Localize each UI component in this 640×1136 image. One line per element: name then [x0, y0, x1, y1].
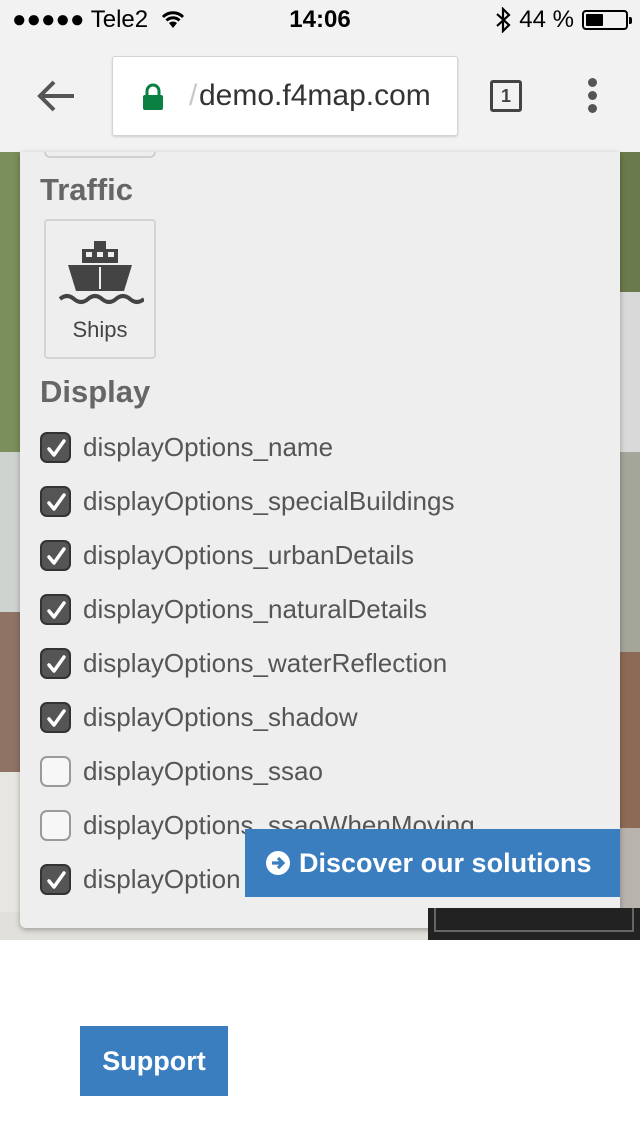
- checkmark-icon: [47, 600, 66, 619]
- display-option-row[interactable]: displayOptions_name: [40, 427, 333, 467]
- checkbox-checked[interactable]: [40, 485, 71, 517]
- traffic-ships-toggle[interactable]: Ships: [44, 219, 156, 359]
- display-option-label: displayOptions_ssao: [83, 755, 323, 786]
- checkbox-checked[interactable]: [40, 647, 71, 679]
- checkmark-icon: [47, 708, 66, 727]
- display-option-row[interactable]: displayOption: [40, 859, 241, 899]
- display-option-row[interactable]: displayOptions_waterReflection: [40, 643, 447, 683]
- display-option-label: displayOptions_waterReflection: [83, 647, 448, 678]
- display-option-row[interactable]: displayOptions_ssao: [40, 751, 323, 791]
- display-option-label: displayOptions_urbanDetails: [83, 539, 414, 570]
- checkbox-checked[interactable]: [40, 863, 71, 895]
- browser-toolbar: / demo.f4map.com 1: [0, 40, 640, 152]
- support-button[interactable]: Support: [80, 1026, 228, 1096]
- previous-tile-edge[interactable]: [44, 152, 156, 158]
- checkbox-checked[interactable]: [40, 593, 71, 625]
- url-prefix: /: [189, 79, 198, 112]
- lock-icon: [143, 83, 163, 110]
- overflow-menu-icon[interactable]: [584, 78, 600, 118]
- back-arrow-icon[interactable]: [34, 74, 78, 118]
- display-option-label: displayOptions_shadow: [83, 701, 358, 732]
- checkbox-unchecked[interactable]: [40, 755, 71, 787]
- status-bar: ●●●●● Tele2 14:06 44 %: [0, 0, 640, 40]
- url-text: demo.f4map.com: [199, 79, 431, 112]
- discover-solutions-button[interactable]: Discover our solutions: [245, 829, 620, 897]
- discover-solutions-label: Discover our solutions: [299, 847, 592, 878]
- display-option-label: displayOptions_specialBuildings: [83, 485, 455, 516]
- checkbox-checked[interactable]: [40, 701, 71, 733]
- bluetooth-icon: [496, 7, 511, 33]
- battery-icon: [582, 10, 632, 30]
- display-option-row[interactable]: displayOptions_shadow: [40, 697, 358, 737]
- checkmark-icon: [47, 546, 66, 565]
- map-attribution-bar: [428, 908, 640, 940]
- display-option-row[interactable]: displayOptions_specialBuildings: [40, 481, 454, 521]
- checkmark-icon: [47, 492, 66, 511]
- display-option-label: displayOption: [83, 863, 241, 894]
- address-bar[interactable]: / demo.f4map.com: [112, 56, 458, 136]
- checkbox-checked[interactable]: [40, 539, 71, 571]
- map-settings-panel: Traffic Ships Display displayOptions_nam…: [20, 152, 620, 928]
- ship-icon: [58, 241, 144, 304]
- checkmark-icon: [47, 654, 66, 673]
- display-option-row[interactable]: displayOptions_naturalDetails: [40, 589, 427, 629]
- checkmark-icon: [47, 438, 66, 457]
- display-option-label: displayOptions_naturalDetails: [83, 593, 427, 624]
- checkbox-unchecked[interactable]: [40, 809, 71, 841]
- display-option-row[interactable]: displayOptions_urbanDetails: [40, 535, 414, 575]
- display-option-label: displayOptions_name: [83, 431, 334, 462]
- ships-label: Ships: [72, 317, 128, 342]
- checkmark-icon: [47, 870, 66, 889]
- battery-percent: 44 %: [519, 6, 574, 33]
- traffic-section-title: Traffic: [40, 172, 134, 207]
- arrow-circle-right-icon: [266, 851, 290, 875]
- checkbox-checked[interactable]: [40, 431, 71, 463]
- display-section-title: Display: [40, 374, 151, 409]
- tab-switcher-button[interactable]: 1: [490, 80, 522, 112]
